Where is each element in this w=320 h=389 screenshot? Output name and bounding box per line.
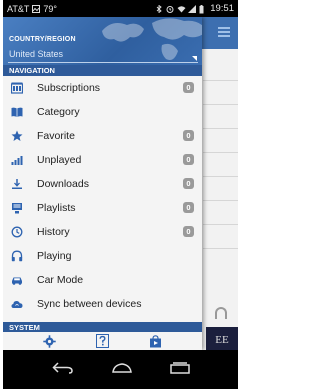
dropdown-caret-icon	[192, 56, 197, 61]
region-underline	[8, 62, 198, 63]
nav-item-category[interactable]: Category	[3, 100, 202, 124]
navigation-drawer: COUNTRY/REGION United States NAVIGATION …	[3, 17, 202, 350]
nav-item-label: Category	[37, 106, 80, 118]
region-selector[interactable]: COUNTRY/REGION United States	[3, 17, 202, 65]
world-map-icon	[102, 18, 202, 60]
nav-item-downloads[interactable]: Downloads 0	[3, 172, 202, 196]
overflow-menu-icon[interactable]	[218, 27, 230, 37]
system-navigation-bar	[3, 350, 238, 389]
download-icon	[11, 178, 23, 190]
status-bar: AT&T 79° 19:51	[3, 0, 238, 17]
nav-item-sync[interactable]: Sync between devices	[3, 292, 202, 316]
count-badge: 0	[183, 130, 194, 141]
home-icon[interactable]	[111, 361, 133, 379]
nav-item-subscriptions[interactable]: Subscriptions 0	[3, 76, 202, 100]
nav-item-history[interactable]: History 0	[3, 220, 202, 244]
star-icon	[11, 130, 23, 142]
nav-item-playing[interactable]: Playing	[3, 244, 202, 268]
car-icon	[11, 274, 23, 286]
count-badge: 0	[183, 226, 194, 237]
background-divider	[203, 104, 238, 105]
nav-item-label: History	[37, 226, 70, 238]
region-label: COUNTRY/REGION	[9, 36, 76, 43]
system-section-header: SYSTEM	[3, 322, 202, 332]
system-section: SYSTEM	[3, 322, 202, 350]
nav-item-label: Car Mode	[37, 274, 84, 286]
region-value: United States	[9, 49, 64, 59]
system-toolbar	[3, 332, 202, 350]
nav-item-favorite[interactable]: Favorite 0	[3, 124, 202, 148]
image-notification-icon	[32, 4, 41, 13]
book-icon	[11, 106, 23, 118]
nav-item-label: Playing	[37, 250, 72, 262]
count-badge: 0	[183, 178, 194, 189]
background-divider	[203, 200, 238, 201]
subscriptions-icon	[11, 82, 23, 94]
wifi-icon	[177, 5, 186, 13]
nav-item-label: Downloads	[37, 178, 89, 190]
phone-screen: AT&T 79° 19:51 EE COUNTRY/REGION United …	[3, 0, 238, 389]
background-divider	[203, 176, 238, 177]
alarm-icon	[166, 5, 174, 13]
background-divider	[203, 224, 238, 225]
nav-item-car-mode[interactable]: Car Mode	[3, 268, 202, 292]
nav-item-label: Sync between devices	[37, 298, 142, 310]
background-divider	[203, 248, 238, 249]
count-badge: 0	[183, 82, 194, 93]
signal-bars-icon	[11, 154, 23, 166]
history-icon	[11, 226, 23, 238]
background-divider	[203, 128, 238, 129]
battery-icon	[199, 4, 207, 13]
signal-icon	[188, 4, 197, 13]
navigation-list: Subscriptions 0 Category Favorite 0 Unpl…	[3, 76, 202, 316]
nav-item-unplayed[interactable]: Unplayed 0	[3, 148, 202, 172]
nav-item-label: Favorite	[37, 130, 75, 142]
thumbnail-text: EE	[215, 334, 229, 346]
clock-time: 19:51	[210, 3, 234, 14]
nav-item-label: Unplayed	[37, 154, 82, 166]
nav-item-label: Subscriptions	[37, 82, 101, 94]
headphones-icon	[215, 307, 227, 319]
count-badge: 0	[183, 202, 194, 213]
help-icon[interactable]	[96, 334, 110, 348]
cloud-sync-icon	[11, 298, 23, 310]
headphones-icon	[11, 250, 23, 262]
nav-item-playlists[interactable]: Playlists 0	[3, 196, 202, 220]
background-divider	[203, 152, 238, 153]
nav-item-label: Playlists	[37, 202, 76, 214]
settings-icon[interactable]	[43, 334, 57, 348]
carrier-label: AT&T	[7, 3, 30, 14]
background-divider	[203, 80, 238, 81]
count-badge: 0	[183, 154, 194, 165]
back-icon[interactable]	[51, 361, 74, 379]
navigation-section-header: NAVIGATION	[3, 65, 202, 76]
bluetooth-icon	[155, 4, 163, 13]
store-icon[interactable]	[149, 334, 163, 348]
recent-apps-icon[interactable]	[169, 361, 190, 379]
temperature-label: 79°	[43, 3, 57, 14]
playlist-icon	[11, 202, 23, 214]
